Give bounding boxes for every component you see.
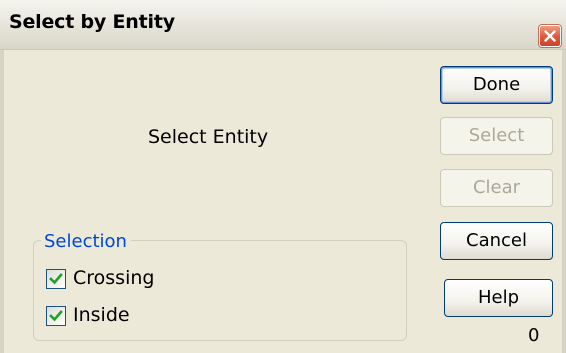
help-button[interactable]: Help [444, 279, 553, 317]
done-button[interactable]: Done [440, 66, 553, 104]
select-by-entity-dialog: Select by Entity Select Entity Done Sele… [0, 0, 566, 353]
title-bar[interactable]: Select by Entity [0, 0, 566, 50]
selection-group-legend: Selection [41, 231, 131, 252]
clear-button[interactable]: Clear [440, 169, 553, 207]
selection-count: 0 [528, 325, 540, 346]
prompt-label: Select Entity [148, 126, 269, 148]
window-title: Select by Entity [9, 11, 175, 33]
close-button[interactable] [539, 25, 561, 47]
crossing-checkbox[interactable] [46, 269, 66, 289]
inside-checkbox[interactable] [46, 306, 66, 326]
crossing-label: Crossing [73, 267, 155, 289]
cancel-button[interactable]: Cancel [440, 222, 553, 260]
window-frame-left [0, 50, 4, 353]
inside-label: Inside [73, 304, 130, 326]
select-button[interactable]: Select [440, 117, 553, 155]
close-icon [544, 30, 556, 42]
window-frame-right [562, 50, 566, 353]
checkmark-icon [49, 273, 63, 285]
checkmark-icon [49, 310, 63, 322]
